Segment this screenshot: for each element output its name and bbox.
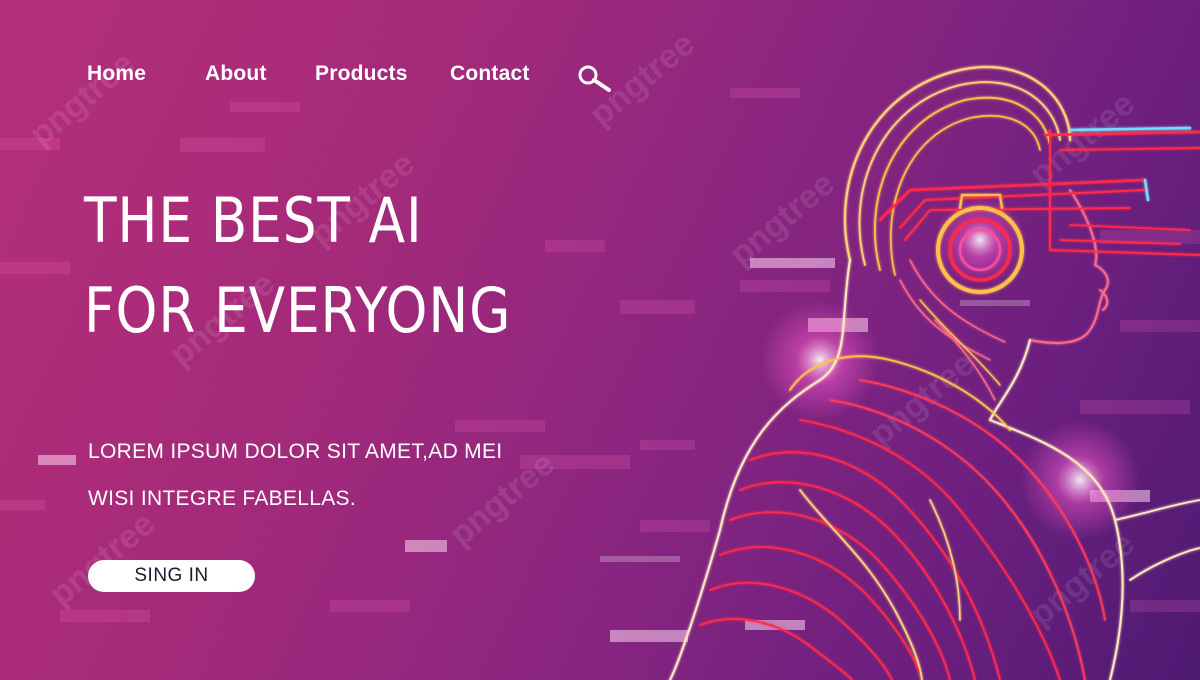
glow-spot: [760, 300, 880, 420]
hero-subtitle: LOREM IPSUM DOLOR SIT AMET,AD MEI WISI I…: [88, 428, 502, 522]
hero-title: THE BEST AI FOR EVERYONG: [84, 176, 511, 356]
nav-link-products[interactable]: Products: [315, 62, 408, 86]
hero-subtitle-line-2: WISI INTEGRE FABELLAS.: [88, 487, 357, 510]
hero-title-line-1: THE BEST AI: [84, 184, 423, 257]
watermark-text: pngtree: [22, 44, 142, 154]
nav-link-contact[interactable]: Contact: [450, 62, 530, 86]
nav-link-home[interactable]: Home: [87, 62, 146, 86]
nav-link-about[interactable]: About: [205, 62, 267, 86]
ai-figure-illustration: [669, 65, 1200, 680]
hero-title-line-2: FOR EVERYONG: [84, 274, 512, 347]
sign-in-button[interactable]: SING IN: [88, 560, 255, 592]
hero-subtitle-line-1: LOREM IPSUM DOLOR SIT AMET,AD MEI: [88, 440, 503, 463]
